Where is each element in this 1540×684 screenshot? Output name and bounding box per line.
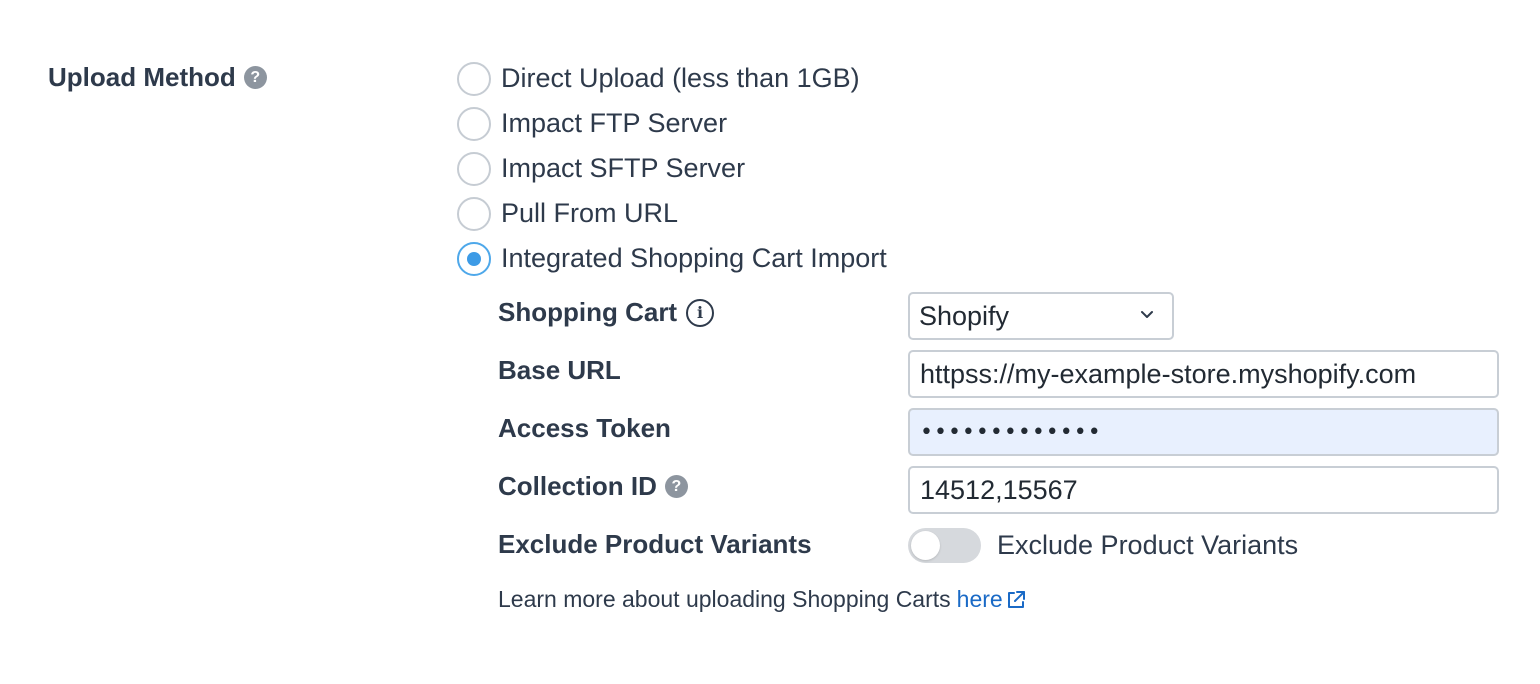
shopping-cart-help-text: Learn more about uploading Shopping Cart… [498,586,1027,613]
learn-more-link-text[interactable]: here [957,586,1003,613]
upload-method-radio-group: Direct Upload (less than 1GB) Impact FTP… [457,56,887,281]
collection-id-label: Collection ID ? [498,471,688,502]
shopping-cart-label: Shopping Cart i [498,297,715,328]
help-text: Learn more about uploading Shopping Cart… [498,586,951,612]
info-circle-icon[interactable]: i [686,298,715,327]
shopping-cart-label-text: Shopping Cart [498,297,678,327]
collection-id-input[interactable] [908,466,1499,514]
upload-method-label: Upload Method ? [48,62,267,93]
exclude-variants-toggle[interactable] [908,528,981,563]
question-circle-icon[interactable]: ? [664,475,688,498]
radio-label[interactable]: Pull From URL [501,198,678,229]
radio-label[interactable]: Direct Upload (less than 1GB) [501,63,860,94]
learn-more-link[interactable]: here [957,586,1027,613]
radio-integrated-shopping-cart-import[interactable]: Integrated Shopping Cart Import [457,236,887,281]
collection-id-label-text: Collection ID [498,471,657,501]
radio-pull-from-url[interactable]: Pull From URL [457,191,887,236]
radio-button[interactable] [457,61,491,96]
access-token-label-text: Access Token [498,413,671,443]
access-token-label: Access Token [498,413,671,444]
shopping-cart-selected-value: Shopify [919,300,1010,331]
radio-label[interactable]: Integrated Shopping Cart Import [501,243,887,274]
exclude-variants-toggle-label[interactable]: Exclude Product Variants [997,530,1298,561]
toggle-knob [911,531,940,560]
radio-label[interactable]: Impact FTP Server [501,108,727,139]
upload-method-form: Upload Method ? Direct Upload (less than… [0,0,1540,684]
radio-button[interactable] [457,196,491,231]
radio-impact-ftp-server[interactable]: Impact FTP Server [457,101,887,146]
exclude-variants-label: Exclude Product Variants [498,529,812,560]
base-url-label-text: Base URL [498,355,621,385]
base-url-input[interactable] [908,350,1499,398]
radio-button[interactable] [457,106,491,141]
base-url-label: Base URL [498,355,621,386]
upload-method-label-text: Upload Method [48,62,236,92]
access-token-input[interactable] [908,408,1499,456]
radio-button-selected[interactable] [457,241,491,276]
radio-direct-upload[interactable]: Direct Upload (less than 1GB) [457,56,887,101]
chevron-down-icon [1141,311,1153,318]
external-link-icon [1007,590,1025,608]
radio-button[interactable] [457,151,491,186]
radio-label[interactable]: Impact SFTP Server [501,153,745,184]
shopping-cart-select[interactable]: Shopify [908,292,1174,340]
exclude-variants-label-text: Exclude Product Variants [498,529,812,559]
question-circle-icon[interactable]: ? [243,66,267,89]
radio-impact-sftp-server[interactable]: Impact SFTP Server [457,146,887,191]
